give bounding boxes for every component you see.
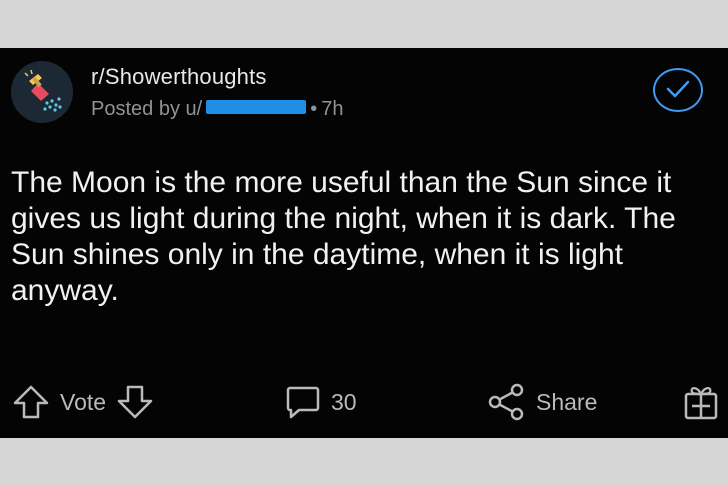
action-bar: Vote 30 Share bbox=[0, 378, 728, 426]
subreddit-avatar-icon[interactable] bbox=[11, 61, 73, 123]
comment-bubble-icon bbox=[285, 384, 321, 420]
post-card: r/Showerthoughts Posted by u/ • 7h The Moo… bbox=[0, 48, 728, 438]
subreddit-name[interactable]: r/Showerthoughts bbox=[91, 64, 267, 90]
separator-dot: • bbox=[310, 98, 318, 120]
comment-count: 30 bbox=[331, 388, 357, 415]
share-label: Share bbox=[536, 388, 598, 415]
post-meta: Posted by u/ • 7h bbox=[91, 98, 343, 121]
verified-check-icon[interactable] bbox=[653, 68, 703, 112]
share-button[interactable]: Share bbox=[486, 378, 597, 426]
award-gift-icon bbox=[682, 382, 720, 422]
vote-group: Vote bbox=[12, 378, 154, 426]
comments-button[interactable]: 30 bbox=[285, 378, 357, 426]
downvote-arrow-icon[interactable] bbox=[116, 384, 154, 420]
post-time: 7h bbox=[321, 98, 344, 120]
vote-label: Vote bbox=[60, 388, 107, 415]
posted-by-label[interactable]: Posted by u/ bbox=[91, 98, 202, 120]
share-icon bbox=[486, 382, 526, 422]
redacted-username bbox=[206, 99, 307, 114]
award-button[interactable] bbox=[682, 378, 720, 426]
post-body: The Moon is the more useful than the Sun… bbox=[11, 166, 676, 307]
upvote-arrow-icon[interactable] bbox=[12, 384, 50, 420]
